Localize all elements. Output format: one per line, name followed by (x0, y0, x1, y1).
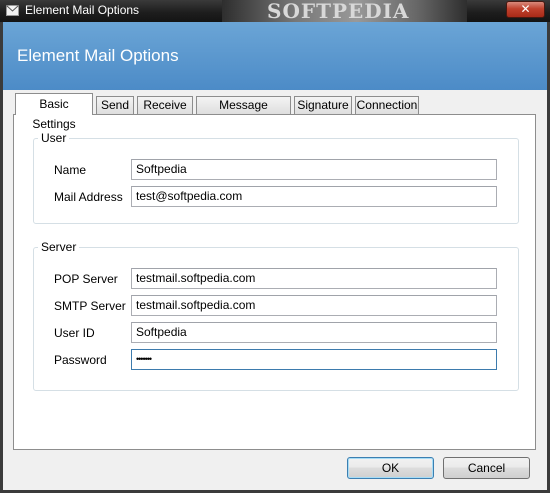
server-group-legend: Server (38, 240, 80, 254)
name-label: Name (54, 163, 87, 177)
ok-button[interactable]: OK (347, 457, 434, 479)
cancel-button[interactable]: Cancel (443, 457, 530, 479)
header-title: Element Mail Options (17, 46, 179, 65)
watermark-banner: SOFTPEDIA (222, 0, 467, 22)
close-icon: ✕ (520, 2, 531, 16)
mail-icon (6, 5, 19, 16)
pop-server-field[interactable]: testmail.softpedia.com (131, 268, 497, 289)
tab-connection[interactable]: Connection (355, 96, 419, 114)
tab-send[interactable]: Send (96, 96, 134, 114)
smtp-server-field[interactable]: testmail.softpedia.com (131, 295, 497, 316)
dialog-header: Element Mail Options (3, 22, 547, 90)
user-id-label: User ID (54, 326, 95, 340)
tab-message-creation[interactable]: Message Creation (196, 96, 291, 129)
user-group (33, 138, 519, 224)
name-field[interactable]: Softpedia (131, 159, 497, 180)
pop-server-label: POP Server (54, 272, 118, 286)
user-id-field[interactable]: Softpedia (131, 322, 497, 343)
smtp-server-label: SMTP Server (54, 299, 126, 313)
password-field[interactable]: ••••••• (131, 349, 497, 370)
tab-receive[interactable]: Receive (137, 96, 193, 114)
mail-address-label: Mail Address (54, 190, 123, 204)
title-bar[interactable]: Element Mail Options SOFTPEDIA ✕ (0, 0, 550, 22)
mail-address-field[interactable]: test@softpedia.com (131, 186, 497, 207)
close-button[interactable]: ✕ (506, 1, 545, 18)
window-title: Element Mail Options (25, 3, 140, 17)
password-label: Password (54, 353, 107, 367)
tab-basic-settings[interactable]: Basic Settings (15, 93, 93, 131)
tab-signature[interactable]: Signature (294, 96, 352, 114)
